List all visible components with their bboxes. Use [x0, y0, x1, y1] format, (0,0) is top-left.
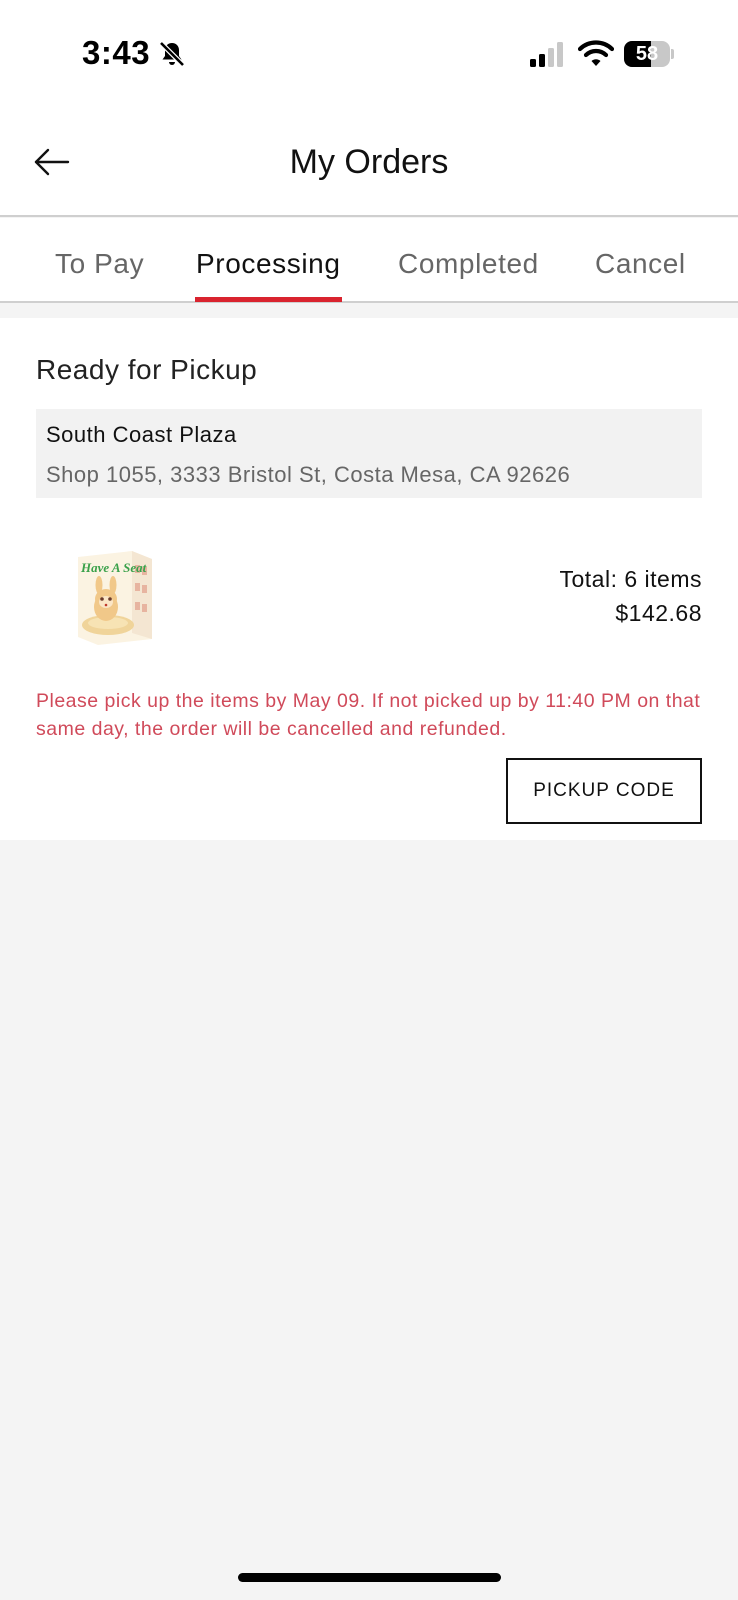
- home-indicator[interactable]: [238, 1573, 501, 1582]
- product-image-text: Have A Seat: [80, 560, 147, 575]
- bell-slash-icon: [159, 41, 185, 67]
- tab-processing[interactable]: Processing: [196, 248, 341, 280]
- order-total-price: $142.68: [615, 600, 702, 626]
- tab-to-pay[interactable]: To Pay: [55, 248, 144, 280]
- wifi-icon: [578, 40, 614, 66]
- cellular-signal-icon: [530, 42, 563, 67]
- order-tabs: To Pay Processing Completed Cancel: [0, 218, 738, 303]
- product-image[interactable]: Have A Seat: [72, 547, 156, 647]
- status-bar: 3:43 58: [0, 0, 738, 110]
- page-title: My Orders: [289, 143, 449, 181]
- status-time: 3:43: [82, 34, 151, 71]
- store-address: Shop 1055, 3333 Bristol St, Costa Mesa, …: [46, 462, 571, 487]
- battery-icon: 58: [624, 41, 674, 67]
- store-info: South Coast Plaza Shop 1055, 3333 Bristo…: [36, 409, 702, 498]
- battery-level: 58: [635, 43, 659, 65]
- header: My Orders: [0, 110, 738, 217]
- active-tab-indicator: [195, 297, 342, 302]
- store-name: South Coast Plaza: [46, 422, 237, 447]
- pickup-deadline-notice: Please pick up the items by May 09. If n…: [36, 690, 701, 740]
- order-status: Ready for Pickup: [36, 354, 258, 385]
- pickup-code-button[interactable]: PICKUP CODE: [506, 758, 702, 824]
- tab-cancel[interactable]: Cancel: [595, 248, 686, 280]
- tab-completed[interactable]: Completed: [398, 248, 539, 280]
- order-card[interactable]: Ready for Pickup South Coast Plaza Shop …: [0, 318, 738, 840]
- order-total-items: Total: 6 items: [559, 566, 702, 592]
